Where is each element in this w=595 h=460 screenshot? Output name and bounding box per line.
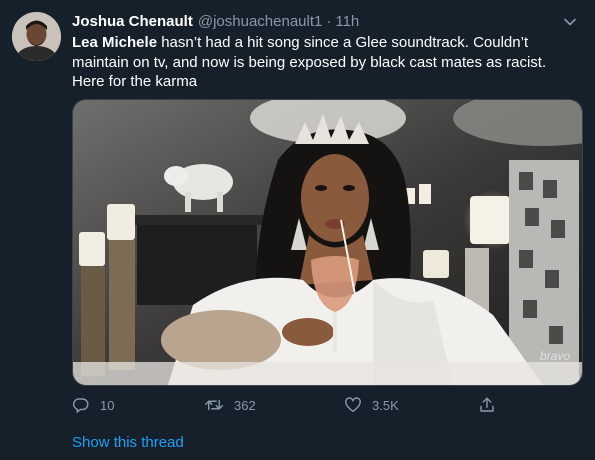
chevron-down-icon[interactable] (559, 11, 581, 33)
separator: · (326, 12, 332, 30)
like-button[interactable]: 3.5K (344, 394, 399, 416)
reply-count: 10 (100, 397, 115, 413)
tweet-header: Joshua Chenault @joshuachenault1 · 11h (72, 11, 583, 31)
tweet-text: Lea Michele hasn’t had a hit song since … (72, 33, 582, 92)
author-handle[interactable]: @joshuachenault1 (198, 13, 322, 30)
tweet-actions: 10 362 3.5K (72, 394, 502, 416)
author-name[interactable]: Joshua Chenault (72, 13, 193, 30)
like-count: 3.5K (372, 397, 399, 413)
media-watermark: bravo (539, 349, 570, 363)
retweet-icon (204, 396, 224, 414)
share-icon (478, 396, 496, 414)
show-thread-link[interactable]: Show this thread (72, 434, 184, 451)
heart-icon (344, 396, 362, 414)
retweet-button[interactable]: 362 (204, 394, 256, 416)
text-mention: Lea Michele (72, 34, 158, 51)
share-button[interactable] (478, 394, 496, 416)
reply-icon (72, 396, 90, 414)
tweet-media-image[interactable]: bravo (72, 99, 583, 386)
avatar[interactable] (12, 12, 61, 61)
retweet-count: 362 (234, 397, 256, 413)
reply-button[interactable]: 10 (72, 394, 114, 416)
tweet[interactable]: Joshua Chenault @joshuachenault1 · 11h L… (0, 0, 595, 460)
tweet-timestamp[interactable]: 11h (335, 13, 359, 30)
